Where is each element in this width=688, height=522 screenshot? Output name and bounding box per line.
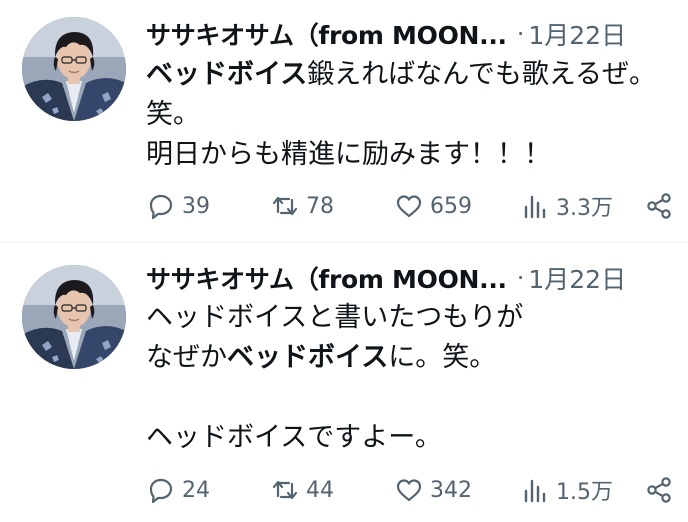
share-button[interactable] [644,470,674,510]
reply-button[interactable]: 24 [146,470,210,510]
share-button[interactable] [644,186,674,226]
tweet-text-line: ヘッドボイスと書いたつもりが [146,302,524,333]
tweet-header: ササキオサム（from MOON... · 1月22日 [146,258,688,298]
reply-count: 24 [182,477,210,503]
timestamp[interactable]: 1月22日 [528,16,626,52]
tweet-text-bold: ベッドボイス [146,59,308,90]
view-count: 3.3万 [556,196,613,221]
views-icon [524,195,546,219]
tweet-text-bold: ベッドボイス [227,342,389,373]
tweet-text-segment: 鍛えればなんでも歌えるぜ。 [307,59,657,90]
tweet-text-segment: なぜか [146,342,227,373]
profile-photo-icon [22,265,126,369]
tweet[interactable]: ササキオサム（from MOON... · 1月22日 ベッドボイス鍛えればなん… [0,0,688,242]
tweet-text-line: ヘッドボイスですよー。 [146,422,442,453]
tweet-actions: 39 78 659 3.3万 [146,186,674,226]
like-count: 659 [430,193,472,219]
retweet-button[interactable]: 78 [270,186,334,226]
retweet-icon [272,480,298,500]
reply-button[interactable]: 39 [146,186,210,226]
views-button[interactable]: 3.3万 [520,186,613,226]
retweet-icon [272,196,298,216]
display-name[interactable]: ササキオサム（from MOON... [146,260,507,296]
like-button[interactable]: 659 [394,186,472,226]
retweet-count: 44 [306,477,334,503]
views-icon [524,479,546,503]
tweet-actions: 24 44 342 1.5万 [146,470,674,510]
like-count: 342 [430,477,472,503]
share-icon [647,193,671,219]
tweet-text: ベッドボイス鍛えればなんでも歌えるぜ。 笑。 明日からも精進に励みます！！！ [146,55,678,175]
heart-icon [396,479,422,502]
timestamp[interactable]: 1月22日 [528,260,626,296]
avatar[interactable] [22,17,126,121]
tweet-text: ヘッドボイスと書いたつもりが なぜかベッドボイスに。笑。 ヘッドボイスですよー。 [146,298,678,458]
separator-dot: · [516,264,525,292]
reply-count: 39 [182,193,210,219]
profile-photo-icon [22,17,126,121]
heart-icon [396,195,422,218]
reply-icon [149,194,173,220]
retweet-button[interactable]: 44 [270,470,334,510]
retweet-count: 78 [306,193,334,219]
tweet-text-segment: に。笑。 [388,342,497,373]
tweet-text-line: 笑。 [146,99,200,130]
views-button[interactable]: 1.5万 [520,470,613,510]
tweet-text-line: 明日からも精進に励みます！！！ [146,139,551,170]
tweet[interactable]: ササキオサム（from MOON... · 1月22日 ヘッドボイスと書いたつも… [0,243,688,522]
display-name[interactable]: ササキオサム（from MOON... [146,16,507,52]
view-count: 1.5万 [556,480,613,505]
tweet-header: ササキオサム（from MOON... · 1月22日 [146,14,688,54]
reply-icon [149,478,173,504]
like-button[interactable]: 342 [394,470,472,510]
avatar[interactable] [22,265,126,369]
share-icon [647,477,671,503]
separator-dot: · [516,20,525,48]
